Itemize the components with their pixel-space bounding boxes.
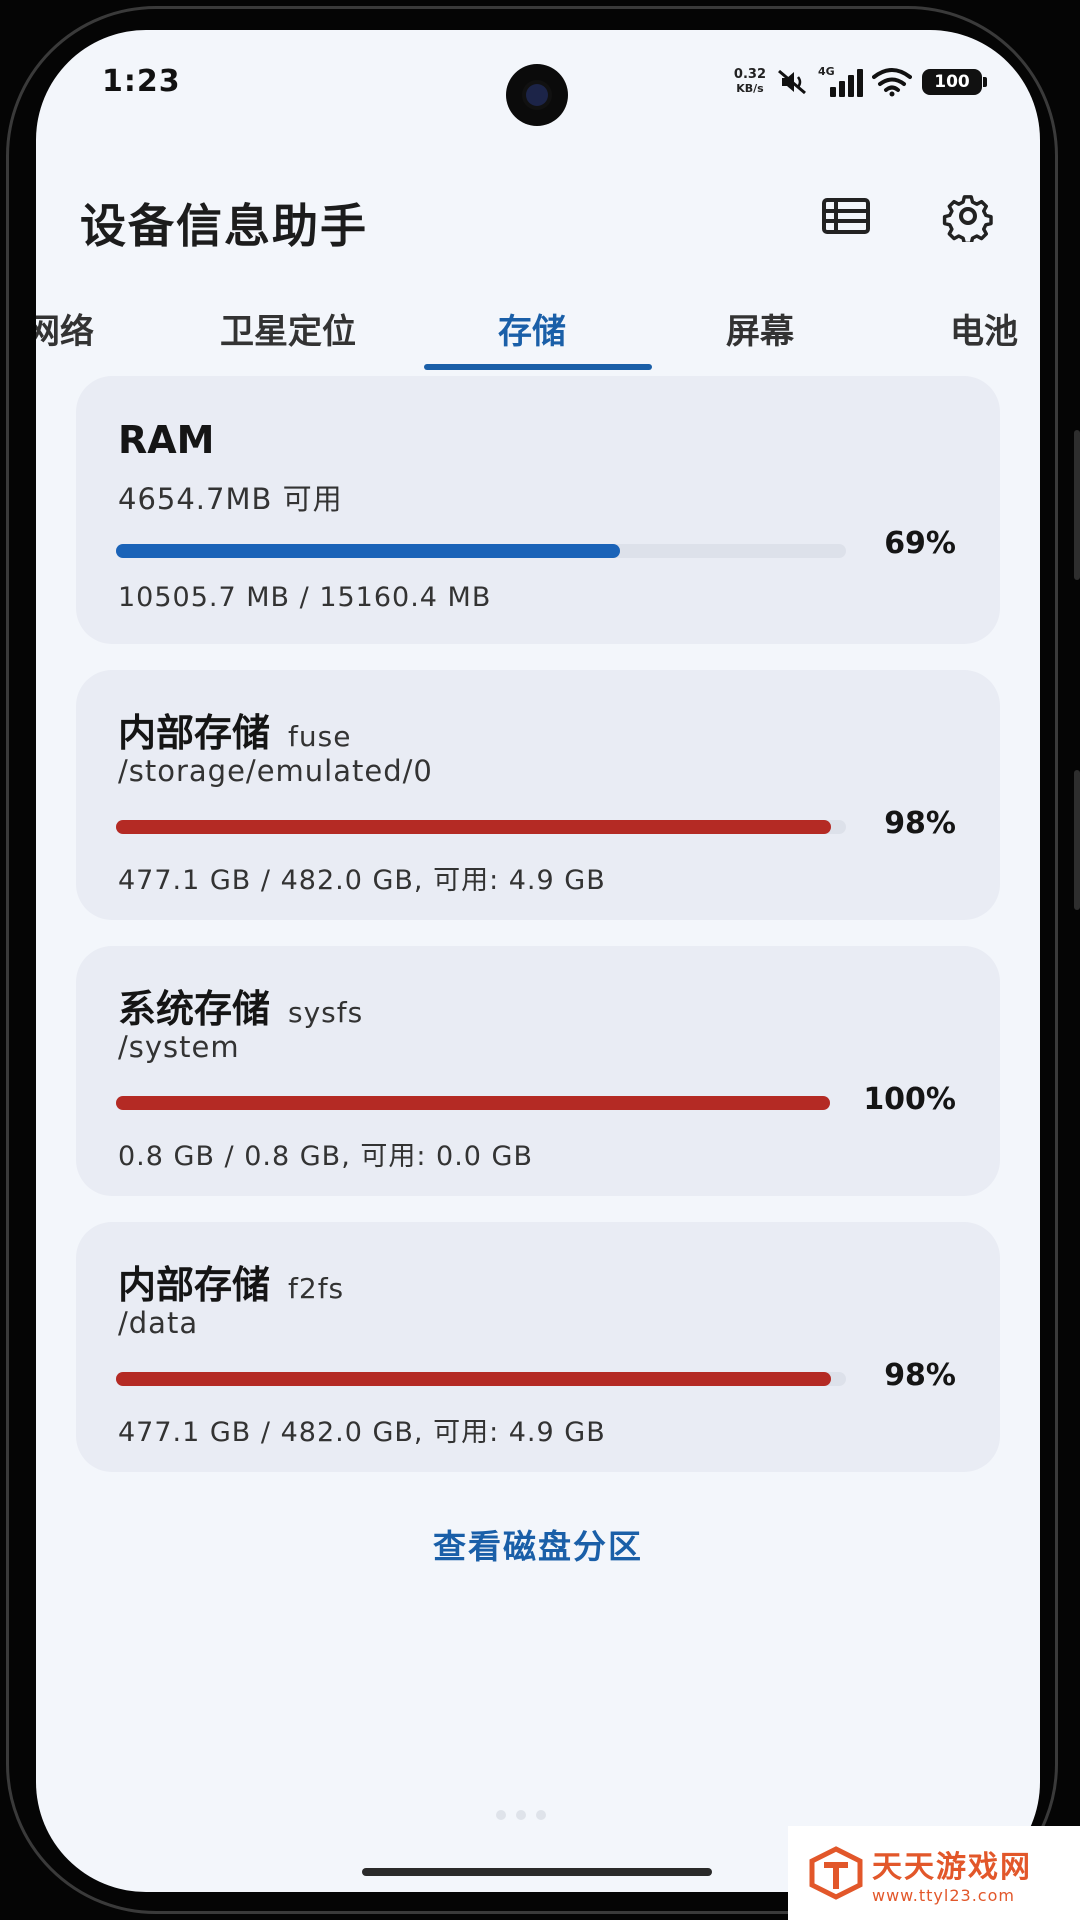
phone-bezel: 1:23 0.32 KB/s 4G 100 设备信息助手 网络 卫星定位 存储 … — [0, 0, 1080, 1920]
usage-detail: 0.8 GB / 0.8 GB, 可用: 0.0 GB — [118, 1141, 534, 1172]
filesystem-type: sysfs — [288, 996, 364, 1029]
card-title-text: 内部存储 — [118, 1263, 271, 1307]
filesystem-type: fuse — [288, 720, 352, 753]
usage-detail: 10505.7 MB / 15160.4 MB — [118, 582, 492, 613]
watermark-logo-icon — [809, 1846, 863, 1900]
card-title: 内部存储 fuse — [118, 702, 351, 757]
tab-network[interactable]: 网络 — [36, 304, 94, 353]
mount-path: /storage/emulated/0 — [118, 754, 433, 788]
watermark: 天天游戏网 www.ttyl23.com — [788, 1826, 1080, 1920]
watermark-url: www.ttyl23.com — [872, 1885, 1015, 1905]
storage-card-internal-fuse[interactable]: 内部存储 fuse /storage/emulated/0 98% 477.1 G… — [76, 670, 1000, 920]
page-indicator — [496, 1810, 546, 1820]
mute-icon — [776, 68, 808, 96]
page-dot — [496, 1810, 506, 1820]
usage-bar-fill — [116, 1096, 830, 1110]
usage-bar-track — [116, 544, 846, 558]
card-title: 内部存储 f2fs — [118, 1254, 344, 1309]
usage-percent: 69% — [884, 526, 956, 561]
watermark-name: 天天游戏网 — [872, 1849, 1032, 1885]
card-title-text: 系统存储 — [118, 987, 271, 1031]
page-dot — [516, 1810, 526, 1820]
usage-detail: 477.1 GB / 482.0 GB, 可用: 4.9 GB — [118, 1417, 606, 1448]
mount-path: /system — [118, 1030, 240, 1064]
filesystem-type: f2fs — [288, 1272, 345, 1305]
network-type: 4G — [818, 65, 835, 78]
side-button-upper — [1074, 430, 1080, 580]
storage-card-system[interactable]: 系统存储 sysfs /system 100% 0.8 GB / 0.8 GB, … — [76, 946, 1000, 1196]
watermark-text: 天天游戏网 www.ttyl23.com — [872, 1842, 1032, 1905]
tab-screen[interactable]: 屏幕 — [726, 304, 794, 353]
wifi-icon — [872, 67, 912, 97]
usage-bar-track — [116, 1096, 830, 1110]
tab-storage[interactable]: 存储 — [498, 304, 566, 353]
tab-satellite[interactable]: 卫星定位 — [220, 304, 356, 353]
ram-available: 4654.7MB 可用 — [118, 482, 343, 516]
usage-percent: 98% — [884, 1358, 956, 1393]
card-title-text: 内部存储 — [118, 711, 271, 755]
card-title: 系统存储 sysfs — [118, 978, 363, 1033]
usage-bar-fill — [116, 1372, 832, 1386]
net-speed-unit: KB/s — [736, 82, 764, 95]
usage-bar-track — [116, 1372, 846, 1386]
side-button-lower — [1074, 770, 1080, 910]
list-icon[interactable] — [822, 196, 870, 236]
card-title-text: RAM — [118, 418, 215, 462]
home-indicator[interactable] — [362, 1868, 712, 1876]
net-speed: 0.32 KB/s — [734, 68, 766, 96]
usage-bar-fill — [116, 820, 832, 834]
battery-icon: 100 — [922, 69, 987, 95]
mount-path: /data — [118, 1306, 199, 1340]
card-title: RAM — [118, 418, 214, 462]
net-speed-value: 0.32 — [733, 67, 766, 82]
storage-card-data[interactable]: 内部存储 f2fs /data 98% 477.1 GB / 482.0 GB, … — [76, 1222, 1000, 1472]
page-dot — [536, 1810, 546, 1820]
status-icons: 0.32 KB/s 4G 100 — [734, 60, 987, 104]
screen: 1:23 0.32 KB/s 4G 100 设备信息助手 网络 卫星定位 存储 … — [36, 30, 1040, 1892]
tab-indicator — [424, 364, 652, 370]
cellular-signal-icon: 4G — [818, 65, 863, 97]
usage-percent: 100% — [863, 1082, 956, 1117]
usage-bar-fill — [116, 544, 620, 558]
usage-detail: 477.1 GB / 482.0 GB, 可用: 4.9 GB — [118, 865, 606, 896]
status-time: 1:23 — [102, 64, 181, 99]
gear-icon[interactable] — [942, 190, 994, 246]
usage-percent: 98% — [884, 806, 956, 841]
app-title: 设备信息助手 — [80, 199, 368, 253]
front-camera — [506, 64, 568, 126]
ram-card: RAM 4654.7MB 可用 69% 10505.7 MB / 15160.4… — [76, 376, 1000, 644]
view-partitions-link[interactable]: 查看磁盘分区 — [36, 1520, 1040, 1568]
usage-bar-track — [116, 820, 846, 834]
tab-battery[interactable]: 电池 — [950, 304, 1018, 353]
